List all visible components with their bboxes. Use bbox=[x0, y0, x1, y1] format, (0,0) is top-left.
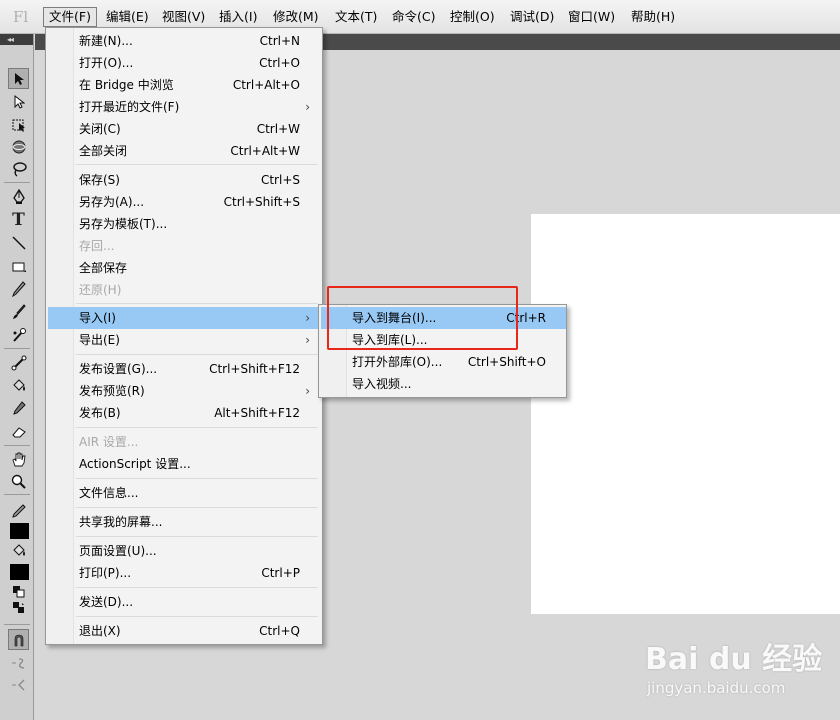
fill-color-icon[interactable] bbox=[8, 540, 29, 561]
stroke-color-swatch[interactable] bbox=[10, 523, 29, 539]
smooth-icon[interactable] bbox=[8, 652, 29, 673]
zoom-tool-icon[interactable] bbox=[8, 471, 29, 492]
free-transform-tool-icon[interactable] bbox=[8, 114, 29, 135]
stage-canvas[interactable] bbox=[531, 214, 840, 614]
collapse-panel-icon[interactable]: ◂◂ bbox=[0, 34, 33, 45]
menu-item-new[interactable]: 新建(N)... Ctrl+N bbox=[48, 30, 320, 52]
deco-tool-icon[interactable] bbox=[8, 324, 29, 345]
menu-window[interactable]: 窗口(W) bbox=[563, 7, 620, 27]
straighten-icon[interactable] bbox=[8, 674, 29, 695]
subselection-tool-icon[interactable] bbox=[8, 91, 29, 112]
menu-separator bbox=[76, 164, 318, 165]
paint-bucket-tool-icon[interactable] bbox=[8, 375, 29, 396]
menu-item-open-recent[interactable]: 打开最近的文件(F) › bbox=[48, 96, 320, 118]
snap-magnet-icon[interactable] bbox=[8, 629, 29, 650]
menu-item-publish[interactable]: 发布(B) Alt+Shift+F12 bbox=[48, 402, 320, 424]
menu-item-save-as-template[interactable]: 另存为模板(T)... bbox=[48, 213, 320, 235]
text-tool-icon[interactable]: T bbox=[8, 209, 29, 230]
bone-tool-icon[interactable] bbox=[8, 352, 29, 373]
menu-separator bbox=[76, 507, 318, 508]
menu-item-exit[interactable]: 退出(X) Ctrl+Q bbox=[48, 620, 320, 642]
watermark-brand: Bai du 经验 bbox=[645, 642, 823, 677]
selection-tool-icon[interactable] bbox=[8, 68, 29, 89]
file-menu-dropdown: 新建(N)... Ctrl+N 打开(O)... Ctrl+O 在 Bridge 中… bbox=[45, 27, 323, 645]
menu-separator bbox=[76, 354, 318, 355]
menu-item-publish-preview[interactable]: 发布预览(R) › bbox=[48, 380, 320, 402]
menu-edit[interactable]: 编辑(E) bbox=[101, 7, 154, 27]
pencil-tool-icon[interactable] bbox=[8, 278, 29, 299]
black-white-icon[interactable] bbox=[8, 584, 29, 600]
toolbar-divider bbox=[4, 445, 30, 446]
swap-colors-icon[interactable] bbox=[8, 600, 29, 616]
menu-control[interactable]: 控制(O) bbox=[445, 7, 500, 27]
menu-item-send[interactable]: 发送(D)... bbox=[48, 591, 320, 613]
toolbar-divider bbox=[4, 624, 30, 625]
watermark-url: jingyan.baidu.com bbox=[647, 679, 786, 697]
menu-text[interactable]: 文本(T) bbox=[330, 7, 382, 27]
lasso-tool-icon[interactable] bbox=[8, 158, 29, 179]
submenu-arrow-icon: › bbox=[305, 311, 310, 325]
submenu-arrow-icon: › bbox=[305, 333, 310, 347]
fill-color-swatch[interactable] bbox=[10, 564, 29, 580]
menu-separator bbox=[76, 478, 318, 479]
menu-item-save-as[interactable]: 另存为(A)... Ctrl+Shift+S bbox=[48, 191, 320, 213]
brush-tool-icon[interactable] bbox=[8, 301, 29, 322]
menu-item-actionscript-settings[interactable]: ActionScript 设置... bbox=[48, 453, 320, 475]
menu-item-air-settings: AIR 设置... bbox=[79, 435, 139, 449]
menu-commands[interactable]: 命令(C) bbox=[387, 7, 440, 27]
menu-item-close-all[interactable]: 全部关闭 Ctrl+Alt+W bbox=[48, 140, 320, 162]
menu-item-check-in: 存回... bbox=[79, 239, 115, 253]
rectangle-tool-icon[interactable] bbox=[8, 256, 29, 277]
tools-panel: ◂◂ T bbox=[0, 34, 34, 720]
menu-item-file-info[interactable]: 文件信息... bbox=[48, 482, 320, 504]
menu-separator bbox=[76, 427, 318, 428]
menu-item-publish-settings[interactable]: 发布设置(G)... Ctrl+Shift+F12 bbox=[48, 358, 320, 380]
menu-debug[interactable]: 调试(D) bbox=[505, 7, 559, 27]
menu-view[interactable]: 视图(V) bbox=[157, 7, 210, 27]
pen-tool-icon[interactable] bbox=[8, 186, 29, 207]
3d-rotation-tool-icon[interactable] bbox=[8, 136, 29, 157]
toolbar-divider bbox=[4, 494, 30, 495]
menu-item-open-external-library[interactable]: 打开外部库(O)... Ctrl+Shift+O bbox=[321, 351, 566, 373]
hand-tool-icon[interactable] bbox=[8, 448, 29, 469]
menu-item-page-setup[interactable]: 页面设置(U)... bbox=[48, 540, 320, 562]
menu-separator bbox=[76, 303, 318, 304]
eraser-tool-icon[interactable] bbox=[8, 421, 29, 442]
menu-item-export[interactable]: 导出(E) › bbox=[48, 329, 320, 351]
menu-item-browse-in-bridge[interactable]: 在 Bridge 中浏览 Ctrl+Alt+O bbox=[48, 74, 320, 96]
baidu-jingyan-watermark: Bai du 经验 jingyan.baidu.com bbox=[645, 634, 835, 704]
line-tool-icon[interactable] bbox=[8, 232, 29, 253]
stroke-color-icon[interactable] bbox=[8, 500, 29, 521]
menu-item-open[interactable]: 打开(O)... Ctrl+O bbox=[48, 52, 320, 74]
annotation-highlight-box bbox=[327, 286, 518, 350]
submenu-arrow-icon: › bbox=[305, 100, 310, 114]
toolbar-divider bbox=[4, 348, 30, 349]
menu-item-close[interactable]: 关闭(C) Ctrl+W bbox=[48, 118, 320, 140]
submenu-arrow-icon: › bbox=[305, 384, 310, 398]
menu-item-import[interactable]: 导入(I) › bbox=[48, 307, 320, 329]
toolbar-divider bbox=[4, 182, 30, 183]
menu-item-save[interactable]: 保存(S) Ctrl+S bbox=[48, 169, 320, 191]
menu-insert[interactable]: 插入(I) bbox=[214, 7, 262, 27]
app-logo: Fl bbox=[13, 8, 29, 26]
menu-item-revert: 还原(H) bbox=[79, 283, 122, 297]
menu-help[interactable]: 帮助(H) bbox=[626, 7, 680, 27]
menu-item-import-video[interactable]: 导入视频... bbox=[321, 373, 566, 395]
menu-separator bbox=[76, 536, 318, 537]
menu-modify[interactable]: 修改(M) bbox=[268, 7, 324, 27]
menu-item-print[interactable]: 打印(P)... Ctrl+P bbox=[48, 562, 320, 584]
menu-file[interactable]: 文件(F) bbox=[43, 7, 97, 27]
eyedropper-tool-icon[interactable] bbox=[8, 398, 29, 419]
menu-separator bbox=[76, 587, 318, 588]
menu-item-share-screen[interactable]: 共享我的屏幕... bbox=[48, 511, 320, 533]
menu-item-save-all[interactable]: 全部保存 bbox=[48, 257, 320, 279]
menu-separator bbox=[76, 616, 318, 617]
